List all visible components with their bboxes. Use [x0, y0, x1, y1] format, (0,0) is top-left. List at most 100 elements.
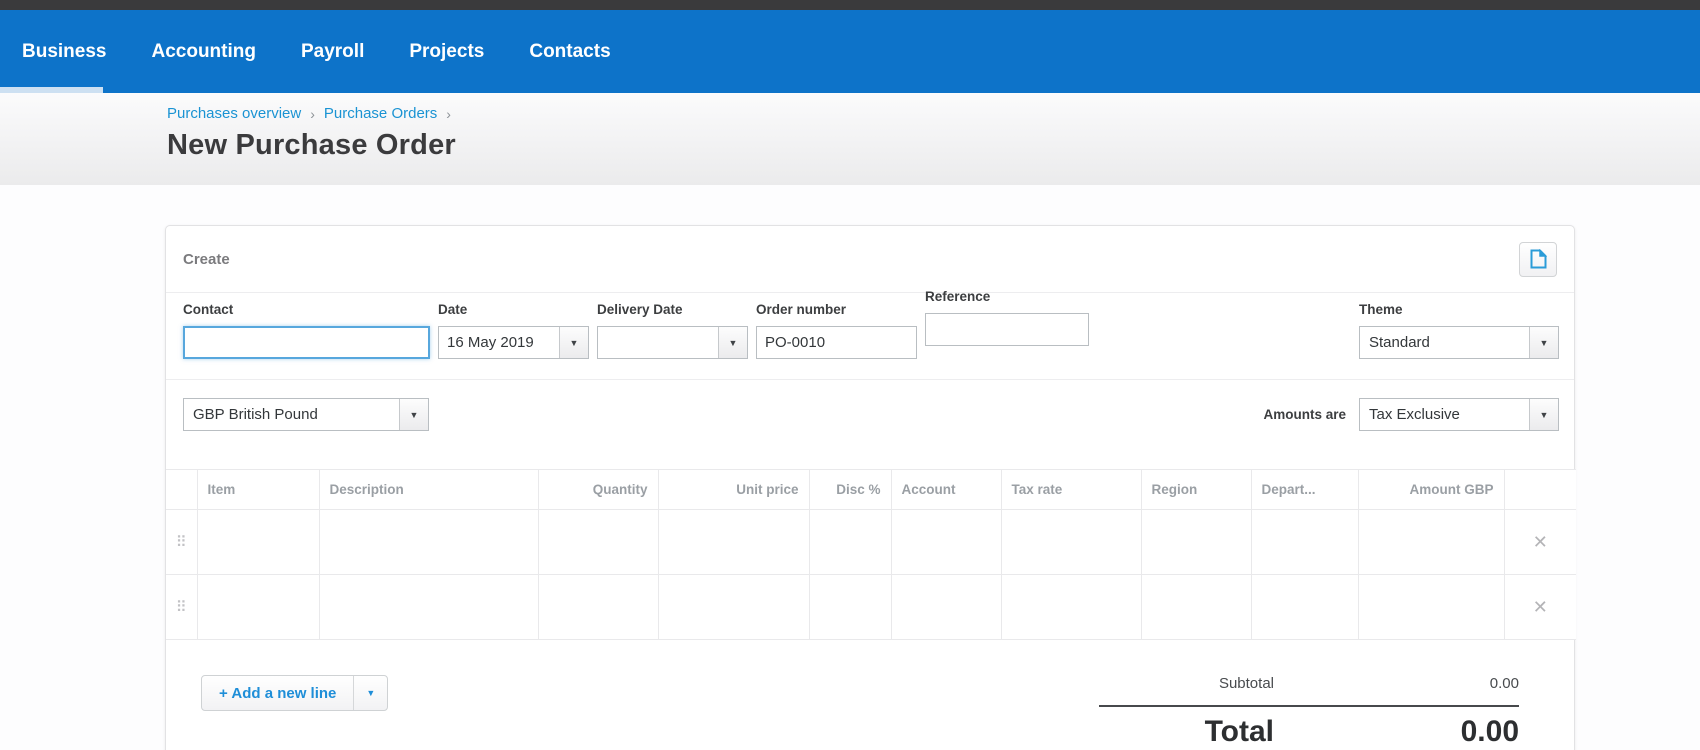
drag-handle[interactable]: ⠿: [166, 574, 198, 640]
department-cell[interactable]: [1250, 509, 1359, 575]
chevron-down-icon[interactable]: ▼: [399, 399, 428, 430]
currency-row: GBP British Pound ▼ Amounts are Tax Excl…: [166, 379, 1574, 449]
subtotal-row: Subtotal 0.00: [1099, 675, 1519, 705]
disc-cell[interactable]: [808, 509, 892, 575]
totals-section: Subtotal 0.00 Total 0.00: [1099, 675, 1519, 749]
breadcrumb-purchase-orders[interactable]: Purchase Orders: [324, 105, 437, 122]
column-header-amount-gbp: Amount GBP: [1357, 469, 1505, 510]
chevron-down-icon[interactable]: ▼: [1529, 399, 1558, 430]
quantity-cell[interactable]: [537, 509, 659, 575]
reference-input[interactable]: [925, 313, 1089, 346]
currency-select[interactable]: GBP British Pound: [184, 399, 399, 430]
table-header-row: Item Description Quantity Unit price Dis…: [166, 469, 1576, 510]
delivery-date-picker-button[interactable]: ▼: [718, 327, 747, 358]
subtotal-value: 0.00: [1489, 675, 1519, 692]
nav-item-projects[interactable]: Projects: [409, 41, 484, 63]
close-icon: ✕: [1532, 596, 1548, 617]
breadcrumb: Purchases overview › Purchase Orders ›: [167, 105, 1700, 122]
disc-cell[interactable]: [808, 574, 892, 640]
remove-column-header: [1503, 469, 1576, 510]
chevron-down-icon: ▼: [728, 337, 738, 348]
account-cell[interactable]: [890, 509, 1002, 575]
delivery-date-field: Delivery Date ▼: [597, 302, 748, 359]
unit-price-cell[interactable]: [657, 509, 810, 575]
nav-item-contacts[interactable]: Contacts: [529, 41, 610, 63]
date-input[interactable]: [439, 327, 559, 358]
column-header-item: Item: [196, 469, 320, 510]
column-header-region: Region: [1140, 469, 1252, 510]
item-cell[interactable]: [196, 574, 320, 640]
breadcrumb-purchases-overview[interactable]: Purchases overview: [167, 105, 301, 122]
contact-label: Contact: [183, 302, 234, 317]
account-cell[interactable]: [890, 574, 1002, 640]
drag-handle-icon: ⠿: [175, 534, 187, 551]
chevron-down-icon[interactable]: ▼: [1529, 327, 1558, 358]
department-cell[interactable]: [1250, 574, 1359, 640]
description-cell[interactable]: [318, 574, 539, 640]
close-icon: ✕: [1532, 531, 1548, 552]
region-cell[interactable]: [1140, 509, 1252, 575]
breadcrumb-separator-icon: ›: [446, 105, 451, 122]
column-header-description: Description: [318, 469, 539, 510]
order-number-field: Order number: [756, 302, 917, 359]
nav-item-payroll[interactable]: Payroll: [301, 41, 364, 63]
total-label: Total: [1204, 715, 1274, 748]
column-header-unit-price: Unit price: [657, 469, 810, 510]
region-cell[interactable]: [1140, 574, 1252, 640]
subtotal-label: Subtotal: [1218, 675, 1274, 692]
card-footer: + Add a new line ▼ Subtotal 0.00 Total 0…: [166, 640, 1574, 749]
reference-field: Reference: [925, 289, 1089, 359]
delivery-date-label: Delivery Date: [597, 302, 683, 317]
purchase-order-card: Create Contact Date ▼ Delivery Date ▼: [165, 225, 1576, 750]
date-picker-button[interactable]: ▼: [559, 327, 588, 358]
item-cell[interactable]: [196, 509, 320, 575]
date-label: Date: [438, 302, 468, 317]
amounts-are-label: Amounts are: [1263, 407, 1346, 422]
total-value: 0.00: [1460, 715, 1519, 748]
column-header-disc: Disc %: [808, 469, 892, 510]
add-new-line-action[interactable]: + Add a new line: [202, 676, 353, 710]
page-title: New Purchase Order: [167, 129, 456, 161]
preview-document-button[interactable]: [1519, 241, 1557, 277]
description-cell[interactable]: [318, 509, 539, 575]
breadcrumb-separator-icon: ›: [310, 105, 315, 122]
document-icon: [1530, 249, 1547, 269]
tax-rate-cell[interactable]: [1000, 574, 1142, 640]
drag-handle[interactable]: ⠿: [166, 509, 198, 575]
delivery-date-input[interactable]: [598, 327, 718, 358]
order-number-label: Order number: [756, 302, 847, 317]
amount-cell[interactable]: [1357, 509, 1505, 575]
drag-handle-icon: ⠿: [175, 599, 187, 616]
column-header-account: Account: [890, 469, 1002, 510]
tax-rate-cell[interactable]: [1000, 509, 1142, 575]
amount-cell[interactable]: [1357, 574, 1505, 640]
line-items-table: Item Description Quantity Unit price Dis…: [166, 469, 1576, 640]
nav-item-business[interactable]: Business: [22, 41, 106, 63]
main-navbar: Business Accounting Payroll Projects Con…: [0, 10, 1700, 93]
quantity-cell[interactable]: [537, 574, 659, 640]
page-header: Purchases overview › Purchase Orders › N…: [0, 93, 1700, 185]
theme-field: Theme Standard ▼: [1359, 302, 1559, 359]
nav-item-accounting[interactable]: Accounting: [151, 41, 256, 63]
unit-price-cell[interactable]: [657, 574, 810, 640]
order-number-input[interactable]: [756, 326, 917, 359]
reference-label: Reference: [925, 289, 991, 304]
amounts-are-select[interactable]: Tax Exclusive: [1360, 399, 1529, 430]
line-item-row: ⠿ ✕: [166, 574, 1576, 640]
add-line-options-button[interactable]: ▼: [353, 676, 387, 710]
remove-row-button[interactable]: ✕: [1503, 574, 1576, 640]
total-row: Total 0.00: [1099, 707, 1519, 749]
theme-select[interactable]: Standard: [1360, 327, 1529, 358]
theme-label: Theme: [1359, 302, 1403, 317]
document-fields-row: Contact Date ▼ Delivery Date ▼ Order num…: [166, 289, 1574, 379]
contact-input[interactable]: [183, 326, 430, 359]
column-header-tax-rate: Tax rate: [1000, 469, 1142, 510]
remove-row-button[interactable]: ✕: [1503, 509, 1576, 575]
browser-chrome-strip: [0, 0, 1700, 10]
date-field: Date ▼: [438, 302, 589, 359]
card-heading: Create: [183, 250, 230, 268]
add-new-line-button: + Add a new line ▼: [201, 675, 389, 711]
contact-field: Contact: [183, 302, 430, 359]
line-item-row: ⠿ ✕: [166, 509, 1576, 575]
column-header-quantity: Quantity: [537, 469, 659, 510]
